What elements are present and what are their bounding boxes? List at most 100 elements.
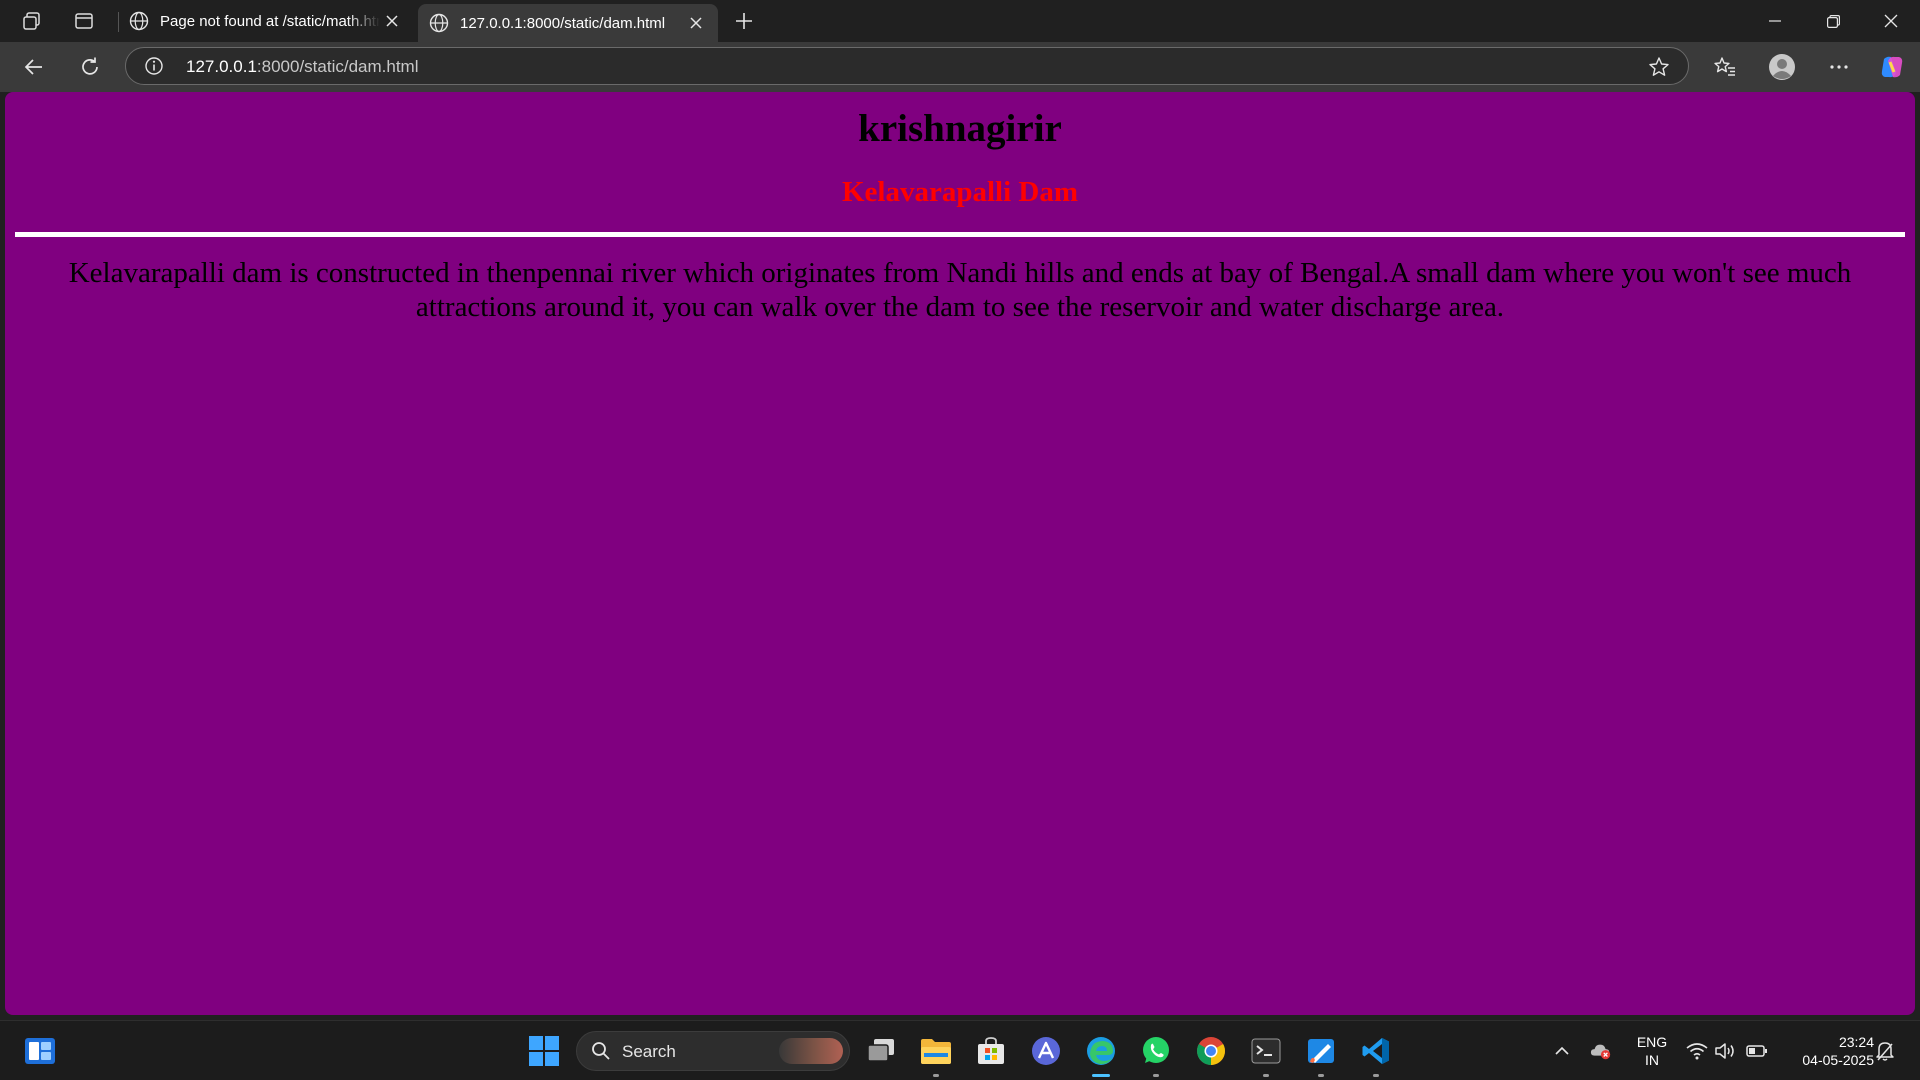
windows-taskbar: Search ENG IN 23:24 04-05-2025	[0, 1020, 1920, 1080]
paint-icon	[1308, 1039, 1334, 1063]
close-icon	[690, 17, 702, 29]
taskbar-task-view[interactable]	[861, 1031, 901, 1071]
vertical-tabs-button[interactable]	[68, 6, 100, 36]
arc-app-icon	[1032, 1037, 1060, 1065]
running-indicator	[1373, 1074, 1379, 1077]
back-button[interactable]	[16, 50, 52, 84]
favorites-button[interactable]	[1707, 50, 1743, 84]
settings-more-button[interactable]	[1821, 50, 1857, 84]
onedrive-status-button[interactable]	[1590, 1040, 1612, 1062]
taskbar-search[interactable]: Search	[576, 1031, 850, 1071]
wifi-icon	[1686, 1043, 1708, 1060]
tab-dam-html[interactable]: 127.0.0.1:8000/static/dam.html	[418, 4, 718, 42]
tab-page-not-found[interactable]: Page not found at /static/math.html	[118, 4, 414, 38]
globe-icon	[129, 11, 149, 31]
search-label: Search	[622, 1042, 676, 1061]
show-hidden-icons-button[interactable]	[1551, 1040, 1573, 1062]
close-icon	[1884, 14, 1898, 28]
tab-title: 127.0.0.1:8000/static/dam.html	[460, 14, 666, 32]
page-subheading: Kelavarapalli Dam	[841, 176, 1078, 208]
store-icon	[978, 1037, 1004, 1064]
favorites-icon	[1714, 57, 1735, 76]
active-indicator	[1092, 1074, 1110, 1077]
running-indicator	[1318, 1074, 1324, 1077]
taskbar-arc[interactable]	[1026, 1031, 1066, 1071]
volume-icon	[1715, 1043, 1734, 1059]
tab-strip: Page not found at /static/math.html 127.…	[0, 0, 1920, 42]
url-host: 127.0.0.1	[186, 57, 257, 76]
horizontal-rule	[15, 232, 1905, 237]
chrome-icon	[1197, 1037, 1225, 1065]
language-line1: ENG	[1636, 1034, 1668, 1050]
new-tab-button[interactable]	[728, 6, 760, 36]
more-dots-icon	[1830, 65, 1848, 69]
volume-button[interactable]	[1714, 1040, 1736, 1062]
clock-time: 23:24	[1838, 1034, 1874, 1050]
search-highlight-art	[779, 1038, 843, 1064]
running-indicator	[1153, 1074, 1159, 1077]
tab-close-button[interactable]	[380, 9, 404, 33]
start-button[interactable]	[524, 1031, 564, 1071]
vscode-icon	[1362, 1038, 1389, 1064]
folder-icon	[921, 1039, 951, 1064]
taskbar-chrome[interactable]	[1191, 1031, 1231, 1071]
site-info-icon[interactable]	[144, 56, 164, 76]
windows-logo-icon	[529, 1036, 559, 1066]
workspaces-icon	[23, 12, 40, 30]
language-line2: IN	[1645, 1052, 1659, 1068]
search-icon	[592, 1042, 610, 1060]
web-page-viewport: krishnagirir Kelavarapalli Dam Kelavarap…	[5, 92, 1915, 1015]
taskbar-edge[interactable]	[1081, 1031, 1121, 1077]
avatar-icon	[1769, 54, 1795, 80]
clock[interactable]: 23:24 04-05-2025	[1780, 1033, 1874, 1069]
taskbar-vscode[interactable]	[1356, 1031, 1396, 1077]
notification-bell-icon	[1876, 1042, 1894, 1061]
workspaces-button[interactable]	[16, 6, 48, 36]
refresh-icon	[82, 57, 98, 75]
widgets-button[interactable]	[20, 1031, 60, 1071]
favorite-star-icon[interactable]	[1648, 56, 1670, 78]
clock-date: 04-05-2025	[1802, 1052, 1874, 1068]
page-heading: krishnagirir	[858, 107, 1062, 150]
url-path: :8000/static/dam.html	[256, 57, 419, 76]
task-view-icon	[867, 1039, 894, 1062]
running-indicator	[933, 1074, 939, 1077]
plus-icon	[736, 13, 752, 29]
battery-button[interactable]	[1746, 1040, 1768, 1062]
taskbar-microsoft-store[interactable]	[971, 1031, 1011, 1071]
copilot-button[interactable]	[1874, 50, 1910, 84]
close-icon	[386, 15, 398, 27]
language-indicator[interactable]: ENG IN	[1632, 1033, 1672, 1069]
taskbar-whatsapp[interactable]	[1136, 1031, 1176, 1077]
tab-title: Page not found at /static/math.html	[160, 12, 380, 30]
taskbar-file-explorer[interactable]	[916, 1031, 956, 1077]
network-button[interactable]	[1686, 1040, 1708, 1062]
taskbar-paint[interactable]	[1301, 1031, 1341, 1077]
tab-actions-icon	[75, 13, 93, 29]
notifications-button[interactable]	[1874, 1040, 1896, 1062]
profile-button[interactable]	[1764, 50, 1800, 84]
taskbar-terminal[interactable]	[1246, 1031, 1286, 1077]
dam-description-paragraph: Kelavarapalli dam is constructed in then…	[68, 257, 1852, 323]
copilot-icon	[1881, 56, 1903, 78]
restore-icon	[1826, 14, 1840, 28]
back-arrow-icon	[24, 59, 42, 75]
globe-icon	[429, 13, 449, 33]
refresh-button[interactable]	[72, 50, 108, 84]
running-indicator	[1263, 1074, 1269, 1077]
battery-icon	[1746, 1045, 1767, 1057]
cloud-error-icon	[1590, 1044, 1611, 1060]
restore-button[interactable]	[1804, 0, 1862, 42]
minimize-button[interactable]	[1746, 0, 1804, 42]
close-window-button[interactable]	[1862, 0, 1920, 42]
browser-toolbar: 127.0.0.1:8000/static/dam.html	[0, 42, 1920, 92]
minimize-icon	[1769, 20, 1781, 22]
url-text[interactable]: 127.0.0.1:8000/static/dam.html	[186, 57, 418, 77]
chevron-up-icon	[1555, 1046, 1569, 1055]
terminal-icon	[1251, 1038, 1281, 1064]
whatsapp-icon	[1143, 1037, 1169, 1063]
tab-close-button[interactable]	[684, 11, 708, 35]
address-bar[interactable]: 127.0.0.1:8000/static/dam.html	[125, 47, 1689, 85]
edge-browser-icon	[1087, 1037, 1115, 1065]
widgets-icon	[25, 1038, 55, 1064]
